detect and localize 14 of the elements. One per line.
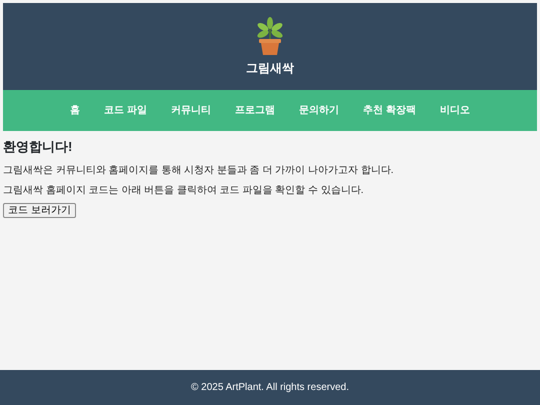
- nav-link[interactable]: 추천 확장팩: [363, 103, 416, 118]
- nav-link[interactable]: 홈: [70, 103, 80, 118]
- paragraph: 그림새싹은 커뮤니티와 홈페이지를 통해 시청자 분들과 좀 더 가까이 나아가고자 합니다.: [3, 164, 395, 178]
- view-code-button[interactable]: 코드 보러가기: [3, 202, 76, 218]
- nav-link[interactable]: 프로그램: [235, 103, 275, 118]
- page-heading: 환영합니다!: [3, 139, 74, 155]
- copyright-text: © 2025 ArtPlant. All rights reserved.: [190, 381, 349, 395]
- nav-link[interactable]: 문의하기: [299, 103, 339, 118]
- site-title: 그림새싹: [246, 60, 294, 76]
- paragraph: 그림새싹 홈페이지 코드는 아래 버튼을 클릭하여 코드 파일을 확인할 수 있습니다.: [3, 184, 365, 198]
- nav-link[interactable]: 코드 파일: [104, 103, 147, 118]
- nav-link[interactable]: 커뮤니티: [171, 103, 211, 118]
- nav-link[interactable]: 비디오: [440, 103, 470, 118]
- plant-pot-icon: [257, 16, 283, 54]
